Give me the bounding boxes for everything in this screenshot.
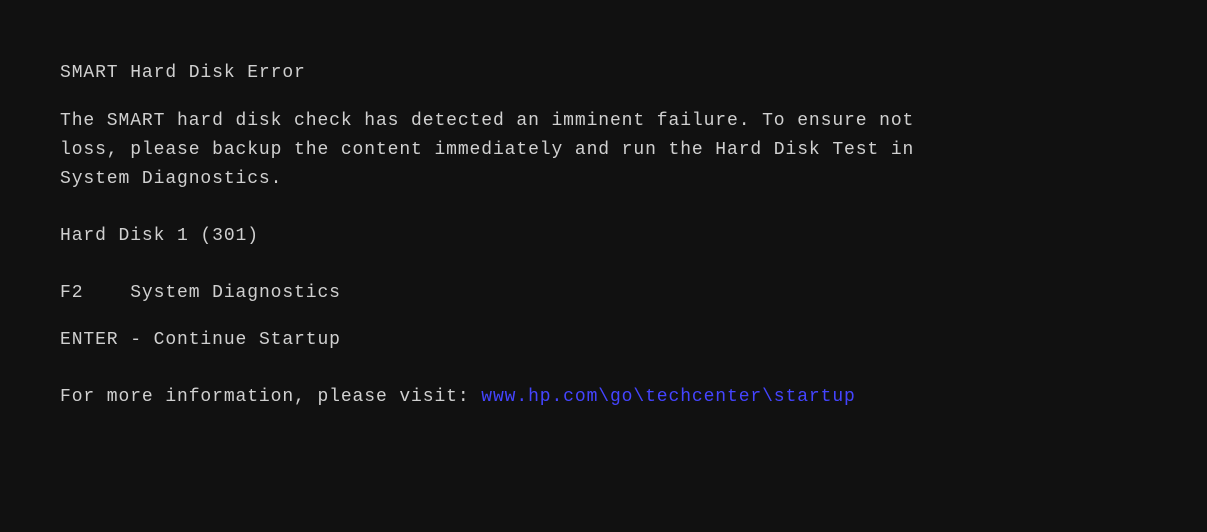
f2-label: System Diagnostics: [130, 283, 341, 303]
description-line1: The SMART hard disk check has detected a…: [60, 111, 914, 131]
info-prefix: For more information, please visit:: [60, 387, 470, 407]
info-link[interactable]: www.hp.com\go\techcenter\startup: [481, 387, 855, 407]
enter-key: ENTER: [60, 330, 119, 350]
disk-identifier: Hard Disk 1 (301): [60, 223, 1147, 250]
f2-key: F2: [60, 283, 83, 303]
enter-action: ENTER - Continue Startup: [60, 327, 1147, 354]
error-description: The SMART hard disk check has detected a…: [60, 107, 1147, 193]
error-screen: SMART Hard Disk Error The SMART hard dis…: [0, 0, 1207, 532]
enter-label: Continue Startup: [154, 330, 341, 350]
f2-action: F2 System Diagnostics: [60, 280, 1147, 307]
enter-separator: -: [130, 330, 142, 350]
description-line2: loss, please backup the content immediat…: [60, 140, 914, 160]
info-line: For more information, please visit: www.…: [60, 384, 1147, 411]
description-line3: System Diagnostics.: [60, 169, 282, 189]
error-title: SMART Hard Disk Error: [60, 60, 1147, 87]
